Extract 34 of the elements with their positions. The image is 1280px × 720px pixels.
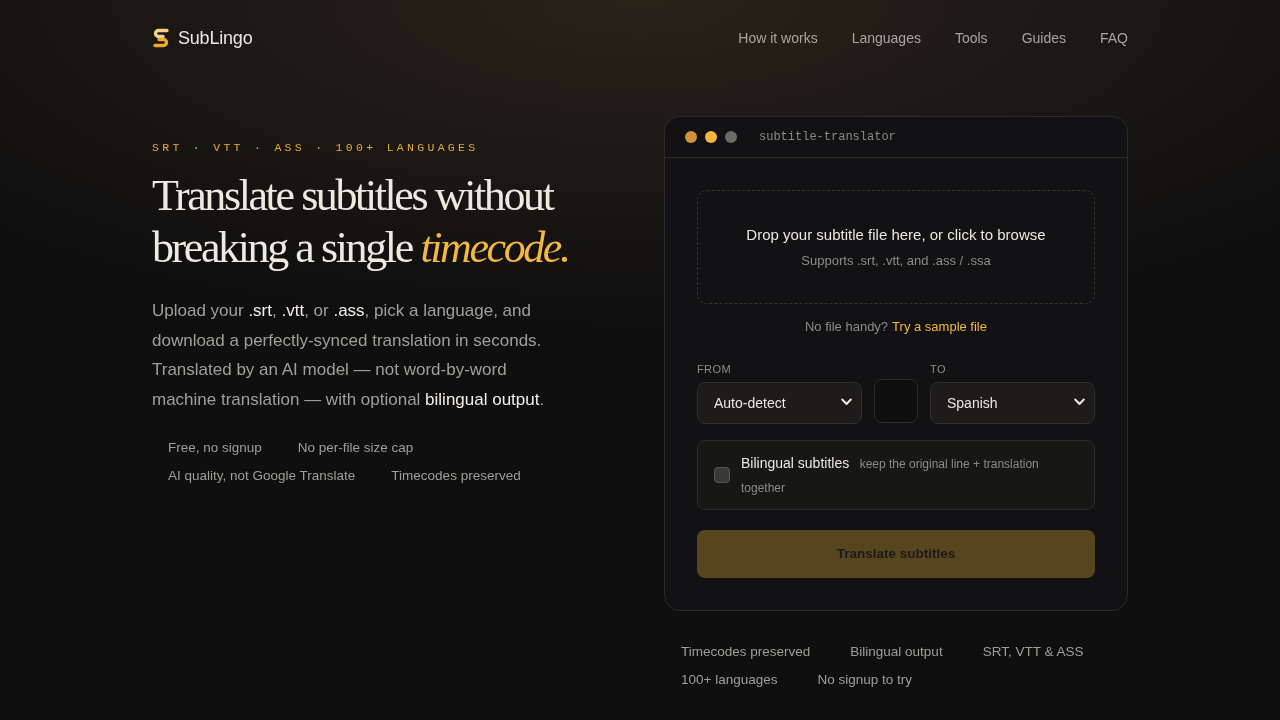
chevron-down-icon: [841, 398, 852, 406]
sample-prompt: No file handy?: [805, 318, 889, 336]
highlight-text: No signup to try: [817, 671, 912, 689]
window-title: subtitle-translator: [759, 129, 896, 146]
source-language-select[interactable]: Auto-detect: [697, 382, 862, 424]
nav-link[interactable]: Tools: [954, 27, 988, 49]
eyebrow-text: SRT · VTT · ASS · 100+ LANGUAGES: [152, 140, 480, 156]
highlight-text: Bilingual output: [850, 643, 943, 661]
nav-link[interactable]: FAQ: [1100, 27, 1128, 49]
perk-text: Timecodes preserved: [391, 467, 521, 485]
nav-link[interactable]: Guides: [1021, 27, 1066, 49]
bilingual-checkbox[interactable]: [714, 467, 730, 483]
blank-square-button[interactable]: [874, 379, 918, 423]
chevron-down-icon: [1074, 398, 1085, 406]
logo-icon: [152, 28, 170, 48]
bilingual-option-text: Bilingual subtitles keep the original line + translation together: [741, 454, 1040, 497]
file-drop-zone[interactable]: Drop your subtitle file here, or click to browse Supports .srt, .vtt, and .ass / .ssa: [697, 190, 1095, 304]
nav-link[interactable]: Languages: [851, 27, 921, 49]
drop-zone-title: Drop your subtitle file here, or click to browse: [746, 224, 1046, 245]
perk-text: No per-file size cap: [297, 439, 414, 457]
sample-file-link[interactable]: Try a sample file: [892, 318, 987, 336]
target-label: TO: [930, 362, 947, 376]
perk-text: AI quality, not Google Translate: [168, 467, 356, 485]
highlight-text: SRT, VTT & ASS: [982, 643, 1084, 661]
highlight-text: 100+ languages: [681, 671, 778, 689]
highlight-text: Timecodes preserved: [681, 643, 811, 661]
brand-name[interactable]: SubLingo: [178, 24, 253, 52]
source-label: FROM: [697, 362, 732, 376]
target-language-select[interactable]: Spanish: [930, 382, 1095, 424]
hero-heading: Translate subtitles without breaking a single timecode.: [152, 170, 570, 274]
hero-description: Upload your .srt, .vtt, or .ass, pick a language, and download a perfectly-synced translation in seconds. Translated by an AI model — not word-by-word machine translation — with optional bilingual output.: [152, 300, 546, 411]
perk-text: Free, no signup: [168, 439, 262, 457]
nav-link[interactable]: How it works: [738, 27, 818, 49]
drop-zone-hint: Supports .srt, .vtt, and .ass / .ssa: [801, 251, 991, 270]
